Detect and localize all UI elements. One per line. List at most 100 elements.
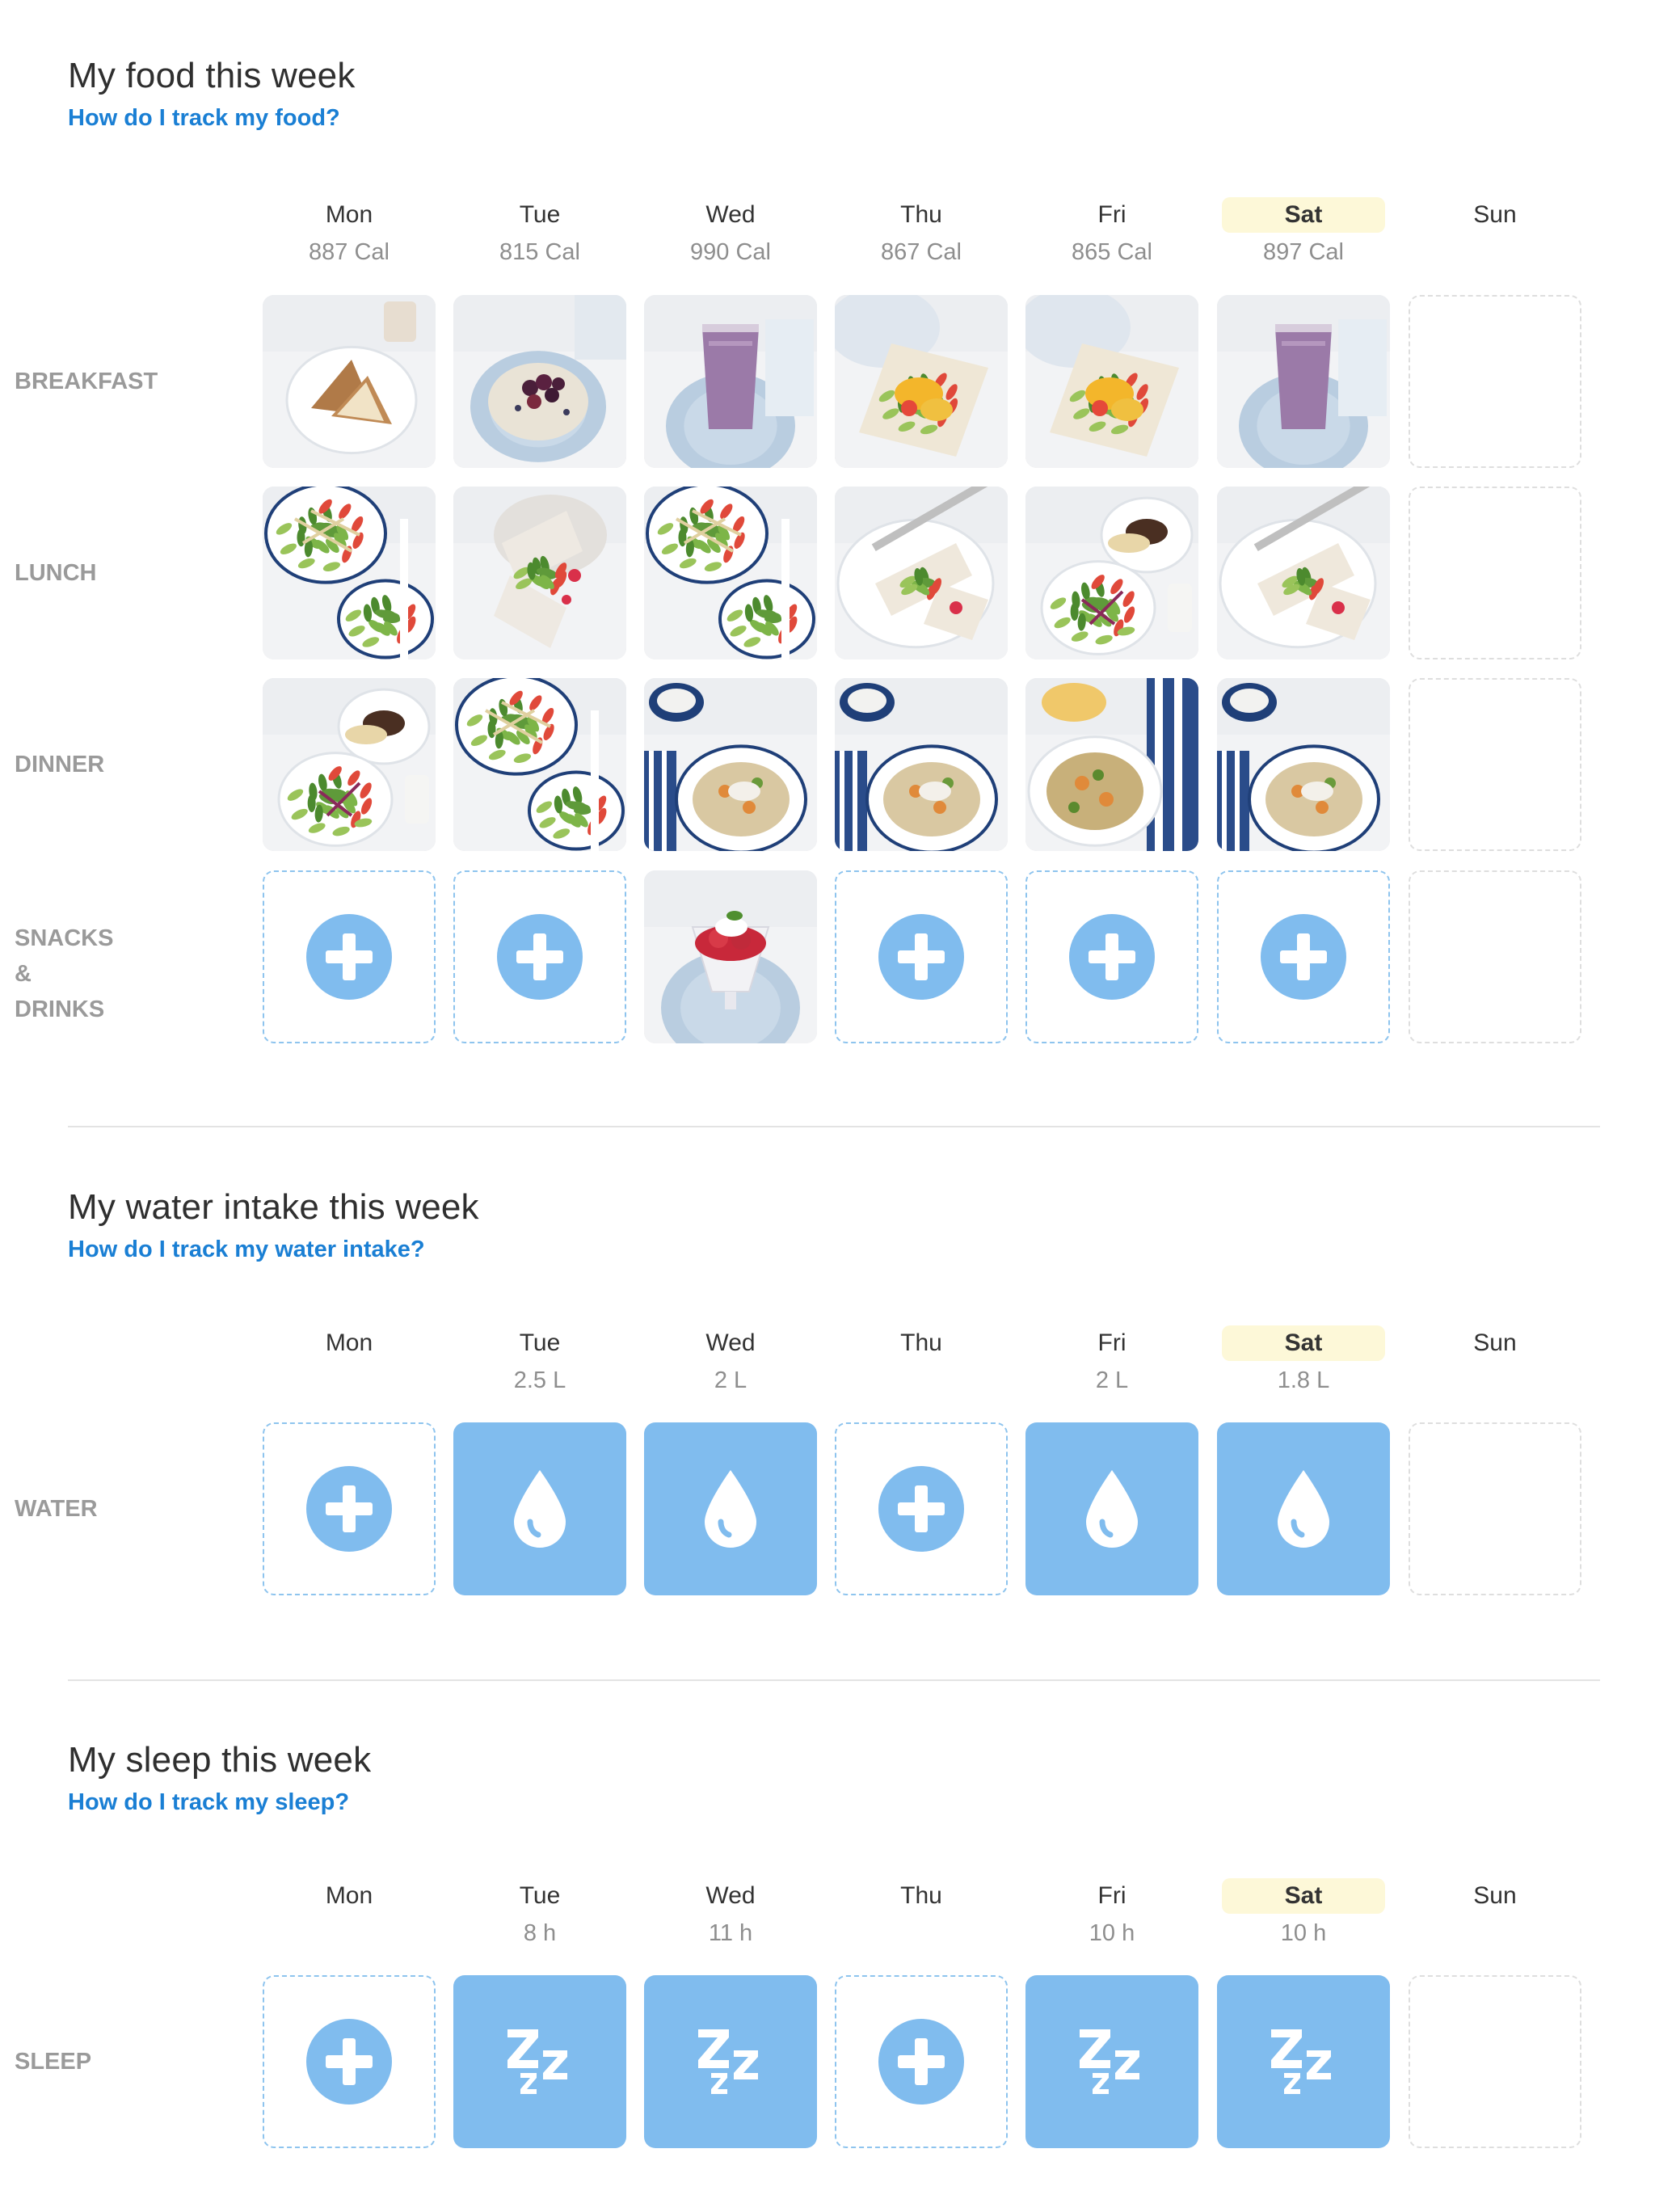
day-name: Tue: [519, 1882, 561, 1909]
water-logged-tile[interactable]: [644, 1422, 817, 1595]
food-snacks-add-button[interactable]: [1025, 870, 1198, 1043]
water-empty-slot: [1409, 1422, 1581, 1595]
sleep-day-value: 11 h: [708, 1920, 753, 1946]
day-header-thu: Thu 867 Cal: [835, 197, 1008, 268]
sleep-zzz-icon: [698, 2029, 758, 2094]
food-row-label: DINNER: [15, 752, 105, 777]
food-breakfast-meal-photo[interactable]: [1217, 295, 1390, 468]
food-photo-grain-bowl: [644, 678, 817, 851]
food-dinner-meal-photo[interactable]: [453, 678, 626, 851]
day-header-sun: Sun: [1409, 1878, 1581, 1949]
divider: [68, 1126, 1600, 1127]
day-header-sat: Sat 897 Cal: [1217, 197, 1390, 268]
food-lunch-meal-photo[interactable]: [1025, 487, 1198, 659]
day-name-wrap: Tue: [453, 1325, 626, 1361]
day-name: Sat: [1222, 1878, 1385, 1914]
water-add-button[interactable]: [835, 1422, 1008, 1595]
food-lunch-meal-photo[interactable]: [835, 487, 1008, 659]
sleep-zzz-icon: [1080, 2029, 1139, 2094]
day-header-fri: Fri 2 L: [1025, 1325, 1198, 1397]
sleep-day-value: [263, 1917, 436, 1949]
food-snacks-add-button[interactable]: [1217, 870, 1390, 1043]
food-snacks-meal-photo[interactable]: [644, 870, 817, 1043]
food-lunch-meal-photo[interactable]: [453, 487, 626, 659]
food-breakfast-meal-photo[interactable]: [644, 295, 817, 468]
food-photo-toasted-sandwich: [263, 295, 436, 468]
food-snacks-add-button[interactable]: [835, 870, 1008, 1043]
water-drop-icon: [1086, 1470, 1138, 1548]
food-photo-noodle-salad: [263, 487, 436, 659]
day-header-wed: Wed 11 h: [644, 1878, 817, 1949]
plus-icon: [306, 2019, 392, 2105]
sleep-logged-tile[interactable]: [453, 1975, 626, 2148]
sleep-day-value: 8 h: [523, 1920, 557, 1946]
day-header-mon: Mon: [263, 1878, 436, 1949]
water-day-value: [835, 1364, 1008, 1397]
food-dinner-meal-photo[interactable]: [1217, 678, 1390, 851]
water-day-value: 1.8 L: [1277, 1367, 1330, 1393]
food-photo-grain-bowl: [835, 678, 1008, 851]
water-day-value: [263, 1364, 436, 1397]
sleep-empty-slot: [1409, 1975, 1581, 2148]
day-name-wrap: Sun: [1409, 1878, 1581, 1914]
food-lunch-meal-photo[interactable]: [263, 487, 436, 659]
divider: [68, 1679, 1600, 1681]
water-logged-tile[interactable]: [1025, 1422, 1198, 1595]
sleep-add-button[interactable]: [835, 1975, 1008, 2148]
food-photo-strawberry-dessert: [644, 870, 817, 1043]
day-header-wed: Wed 990 Cal: [644, 197, 817, 268]
day-name: Sun: [1473, 201, 1517, 228]
food-row-label: SNACKS & DRINKS: [15, 921, 113, 1027]
food-row-label-line: DRINKS: [15, 996, 105, 1022]
plus-icon: [878, 1466, 964, 1552]
day-name: Mon: [325, 1882, 373, 1909]
day-name-wrap: Thu: [835, 1325, 1008, 1361]
day-header-thu: Thu: [835, 1325, 1008, 1397]
food-breakfast-meal-photo[interactable]: [453, 295, 626, 468]
day-name: Sun: [1473, 1882, 1517, 1909]
water-logged-tile[interactable]: [453, 1422, 626, 1595]
water-drop-icon: [705, 1470, 756, 1548]
sleep-logged-tile[interactable]: [644, 1975, 817, 2148]
sleep-help-link[interactable]: How do I track my sleep?: [68, 1786, 1600, 1818]
sleep-section: My sleep this week How do I track my sle…: [68, 1739, 1600, 1818]
sleep-logged-tile[interactable]: [1217, 1975, 1390, 2148]
water-section: My water intake this week How do I track…: [68, 1186, 1600, 1266]
water-logged-tile[interactable]: [1217, 1422, 1390, 1595]
food-dinner-meal-photo[interactable]: [263, 678, 436, 851]
sleep-add-button[interactable]: [263, 1975, 436, 2148]
plus-icon: [306, 914, 392, 1000]
day-header-tue: Tue 815 Cal: [453, 197, 626, 268]
day-name: Sat: [1222, 1325, 1385, 1361]
food-photo-chicken-wrap: [1217, 487, 1390, 659]
day-name-wrap: Fri: [1025, 1878, 1198, 1914]
food-photo-berry-smoothie: [644, 295, 817, 468]
food-breakfast-meal-photo[interactable]: [263, 295, 436, 468]
food-breakfast-meal-photo[interactable]: [835, 295, 1008, 468]
day-name-wrap: Sat: [1217, 1878, 1390, 1914]
water-help-link[interactable]: How do I track my water intake?: [68, 1233, 1600, 1266]
food-snacks-add-button[interactable]: [453, 870, 626, 1043]
food-breakfast-meal-photo[interactable]: [1025, 295, 1198, 468]
food-lunch-meal-photo[interactable]: [644, 487, 817, 659]
food-dinner-meal-photo[interactable]: [644, 678, 817, 851]
sleep-logged-tile[interactable]: [1025, 1975, 1198, 2148]
food-day-value: 990 Cal: [690, 239, 771, 265]
water-add-button[interactable]: [263, 1422, 436, 1595]
food-lunch-meal-photo[interactable]: [1217, 487, 1390, 659]
food-help-link[interactable]: How do I track my food?: [68, 102, 1600, 134]
day-name: Mon: [325, 201, 373, 228]
day-header-sun: Sun: [1409, 197, 1581, 268]
water-section-title: My water intake this week: [68, 1187, 479, 1227]
day-name-wrap: Thu: [835, 1878, 1008, 1914]
plus-icon: [1069, 914, 1155, 1000]
food-snacks-add-button[interactable]: [263, 870, 436, 1043]
day-name-wrap: Wed: [644, 1325, 817, 1361]
food-section-title: My food this week: [68, 56, 356, 95]
day-header-sat: Sat 1.8 L: [1217, 1325, 1390, 1397]
food-dinner-meal-photo[interactable]: [1025, 678, 1198, 851]
plus-icon: [306, 1466, 392, 1552]
food-day-value: [1409, 236, 1581, 268]
food-dinner-empty-slot: [1409, 678, 1581, 851]
food-dinner-meal-photo[interactable]: [835, 678, 1008, 851]
